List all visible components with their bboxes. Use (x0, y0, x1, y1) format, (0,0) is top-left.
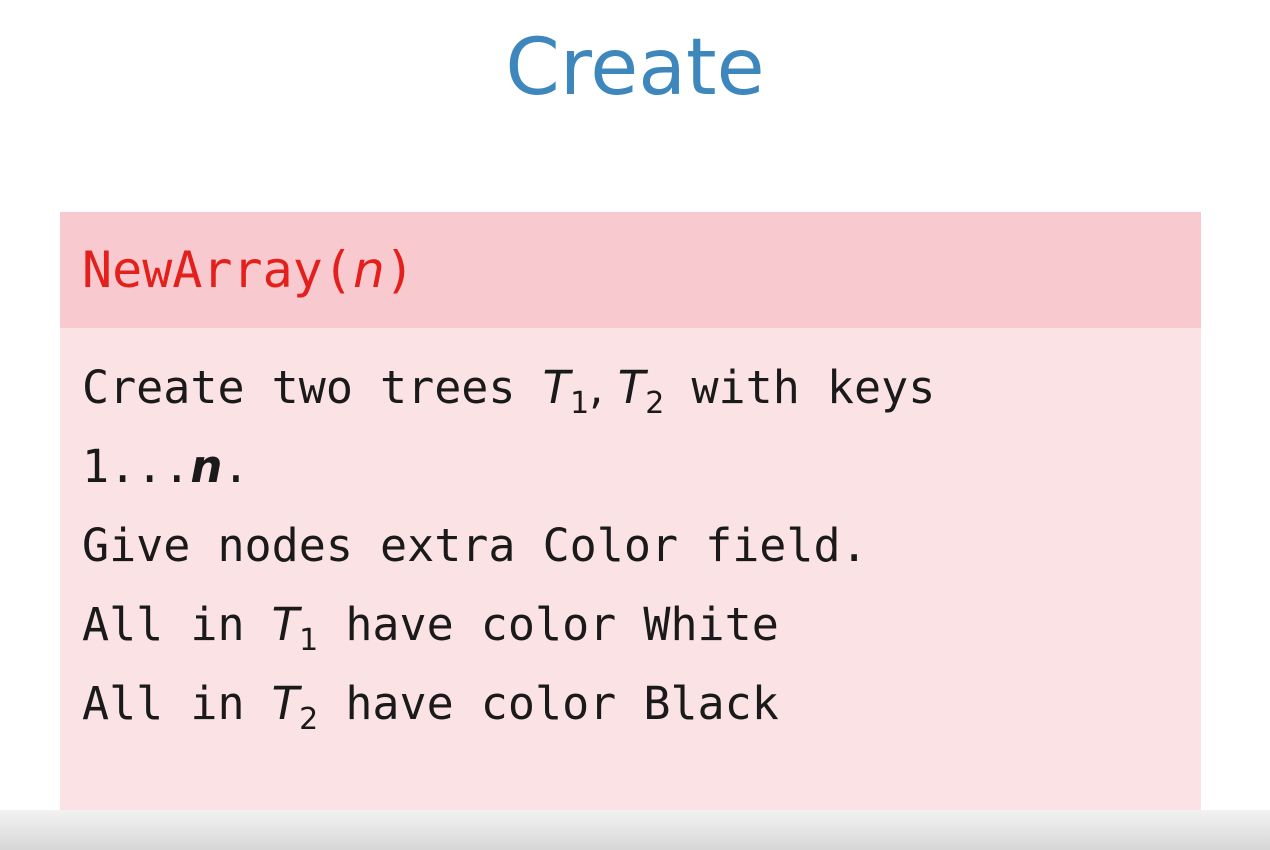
definition-block: NewArray(n) Create two trees T1, T2 with… (60, 212, 1201, 822)
body-line-2: 1...n. (82, 427, 1201, 506)
block-title-variable: n (352, 241, 385, 299)
line4-text-after: have color White (318, 598, 779, 651)
body-line-5: All in T2 have color Black (82, 664, 1201, 743)
math-n: n (190, 440, 223, 493)
math-t2-subscript: 2 (645, 386, 665, 421)
line5-text-before: All in (82, 677, 272, 730)
math-comma: , (589, 361, 618, 414)
math-t-subscript: 2 (299, 702, 319, 737)
line2-text-before: 1... (82, 440, 191, 493)
line5-text-after: have color Black (318, 677, 779, 730)
bottom-bar (0, 810, 1270, 850)
line1-text-after: with keys (664, 361, 936, 414)
math-t2-letter: T (617, 361, 646, 414)
math-t-letter: T (271, 598, 300, 651)
block-header: NewArray(n) (60, 212, 1201, 328)
math-t1-letter: T (542, 361, 571, 414)
math-t-subscript: 1 (299, 623, 319, 658)
math-t2: T2 (617, 361, 665, 421)
math-t1-subscript: 1 (570, 386, 590, 421)
body-line-3: Give nodes extra Color field. (82, 519, 868, 572)
math-t1: T1 (542, 361, 590, 421)
math-t1: T1 (271, 598, 319, 658)
body-line-1: Create two trees T1, T2 with keys (82, 348, 1201, 427)
block-title-prefix: NewArray( (82, 241, 353, 299)
block-title: NewArray(n) (82, 241, 415, 299)
slide-title: Create (505, 23, 765, 113)
body-line-4: All in T1 have color White (82, 585, 1201, 664)
math-t2: T2 (271, 677, 319, 737)
line2-text-after: . (222, 440, 250, 493)
math-t-letter: T (271, 677, 300, 730)
block-title-suffix: ) (384, 241, 415, 299)
line1-text-before: Create two trees (82, 361, 543, 414)
block-body: Create two trees T1, T2 with keys 1...n.… (60, 328, 1201, 743)
line4-text-before: All in (82, 598, 272, 651)
